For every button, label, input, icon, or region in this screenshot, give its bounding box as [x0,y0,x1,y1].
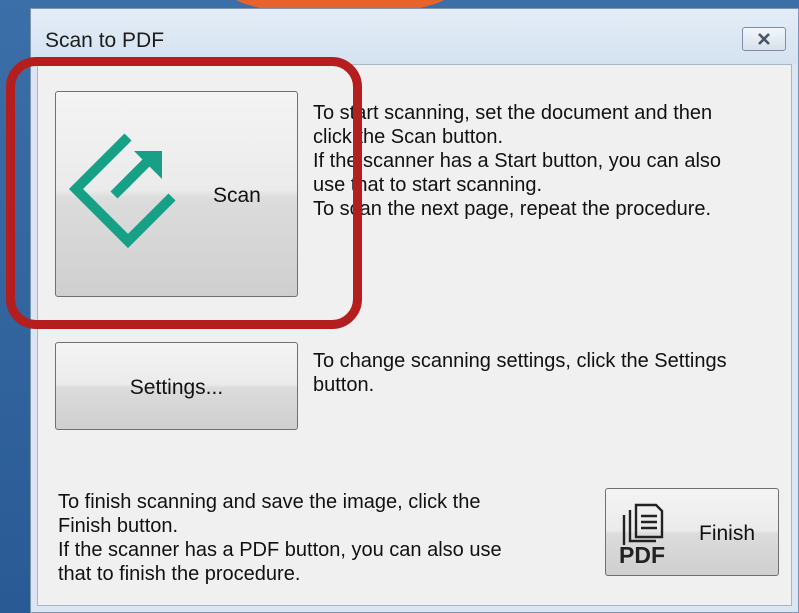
scan-to-pdf-dialog: Scan to PDF Scan To start scanning, set … [30,8,799,613]
pdf-document-icon: PDF [619,503,665,567]
scan-button-label: Scan [213,184,261,207]
settings-button[interactable]: Settings... [55,342,298,430]
finish-button[interactable]: PDF Finish [605,488,779,576]
settings-instructions: To change scanning settings, click the S… [313,350,727,396]
scan-arrow-icon [68,133,176,249]
scan-button[interactable]: Scan [55,91,298,297]
pdf-icon-text: PDF [619,542,665,567]
window-title: Scan to PDF [45,29,165,52]
title-bar: Scan to PDF [31,9,798,64]
close-button[interactable] [742,27,786,51]
finish-button-label: Finish [699,522,756,545]
scan-instructions: To start scanning, set the document and … [313,102,722,220]
close-x-icon [758,33,770,45]
finish-instructions: To finish scanning and save the image, c… [58,491,502,585]
dialog-content: Scan To start scanning, set the document… [37,64,792,606]
settings-button-label: Settings... [129,376,224,399]
